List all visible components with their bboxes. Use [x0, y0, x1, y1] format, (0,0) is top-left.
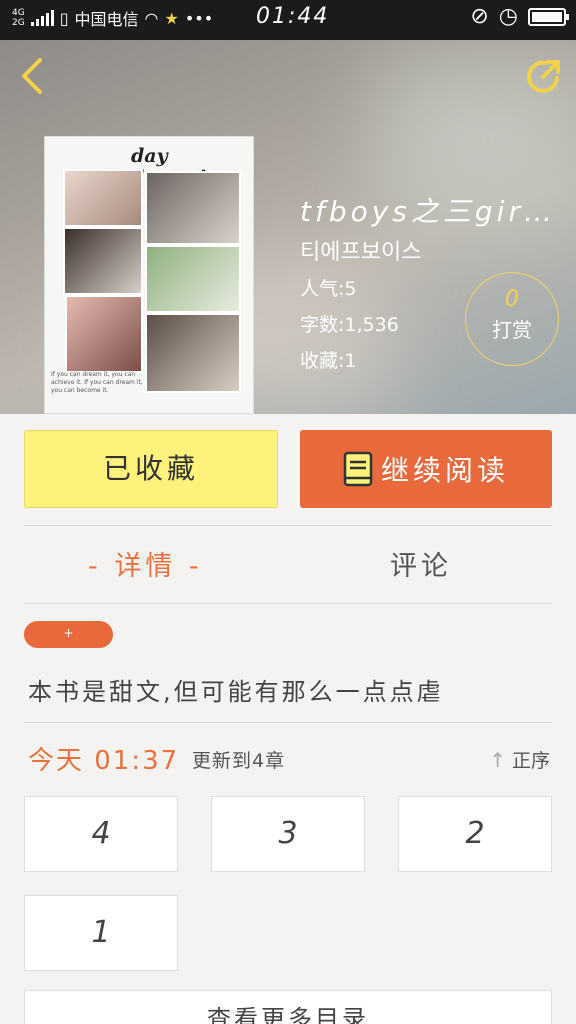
alarm-icon: ◷	[498, 4, 518, 29]
mute-icon: ⊘	[470, 4, 489, 29]
notification-star-icon: ★	[164, 8, 179, 28]
continue-reading-label: 继续阅读	[380, 454, 509, 487]
book-cover[interactable]: day dreaming If you can dream it, you ca…	[44, 136, 254, 414]
more-notifications-icon: •••	[184, 8, 214, 28]
divider	[24, 603, 552, 604]
sort-arrow-up-icon: ↑	[489, 747, 506, 772]
signal-icon	[30, 10, 54, 26]
cover-photo	[145, 245, 241, 313]
sim-icon: ▯	[59, 8, 69, 28]
divider	[24, 722, 552, 723]
word-count-label: 字数:	[300, 314, 345, 336]
cover-photo	[145, 313, 241, 393]
favorites-value: 1	[344, 350, 357, 372]
book-author[interactable]: 티에프보이스	[300, 234, 421, 266]
book-header: day dreaming If you can dream it, you ca…	[0, 40, 576, 414]
popularity-value: 5	[344, 278, 357, 300]
favorites-stat: 收藏:1	[300, 346, 357, 373]
view-more-catalog-button[interactable]: 查看更多目录	[24, 990, 552, 1024]
network-type: 4G 2G	[12, 8, 25, 28]
carrier-name: 中国电信	[74, 10, 139, 29]
collected-button[interactable]: 已收藏	[24, 430, 278, 508]
cover-photo	[63, 169, 143, 227]
status-left: 4G 2G ▯ 中国电信 ◠ ★ •••	[12, 6, 213, 30]
book-summary: 本书是甜文,但可能有那么一点点虐	[28, 678, 444, 706]
popularity-label: 人气:	[300, 278, 345, 300]
cover-photo	[63, 227, 143, 295]
reward-count: 0	[505, 287, 519, 312]
share-icon[interactable]	[524, 56, 564, 96]
status-right: ⊘ ◷	[470, 4, 569, 29]
book-icon	[343, 451, 373, 487]
add-tag-button[interactable]: +	[24, 621, 113, 648]
popularity-stat: 人气:5	[300, 274, 357, 301]
cover-quote: If you can dream it, you can achieve it.…	[51, 371, 143, 394]
battery-icon	[528, 7, 569, 26]
back-icon[interactable]	[14, 56, 54, 96]
network-4g-label: 4G	[12, 8, 25, 18]
tab-detail[interactable]: - 详情 -	[88, 544, 203, 583]
status-bar: 4G 2G ▯ 中国电信 ◠ ★ ••• 01:44 ⊘ ◷	[0, 0, 576, 40]
continue-reading-button[interactable]: 继续阅读	[300, 430, 552, 508]
tab-comment[interactable]: 评论	[390, 544, 452, 583]
wifi-icon: ◠	[144, 8, 159, 28]
network-2g-label: 2G	[12, 18, 25, 28]
sort-toggle[interactable]: ↑ 正序	[489, 746, 550, 773]
chapter-button[interactable]: 4	[24, 796, 178, 872]
divider	[24, 525, 552, 526]
chapter-button[interactable]: 2	[398, 796, 552, 872]
reward-button[interactable]: 0 打赏	[465, 272, 559, 366]
favorites-label: 收藏:	[300, 350, 345, 372]
chapter-button[interactable]: 3	[211, 796, 365, 872]
word-count-value: 1,536	[344, 314, 399, 336]
status-time: 01:44	[256, 4, 330, 29]
update-date: 今天 01:37	[28, 746, 180, 776]
sort-label: 正序	[511, 750, 550, 772]
word-count-stat: 字数:1,536	[300, 310, 399, 337]
chapter-button[interactable]: 1	[24, 895, 178, 971]
book-title: tfboys之三gir…	[300, 195, 556, 228]
cover-photo	[65, 295, 143, 373]
reward-label: 打赏	[492, 318, 532, 342]
cover-photo	[145, 171, 241, 245]
update-status: 更新到4章	[192, 750, 286, 772]
